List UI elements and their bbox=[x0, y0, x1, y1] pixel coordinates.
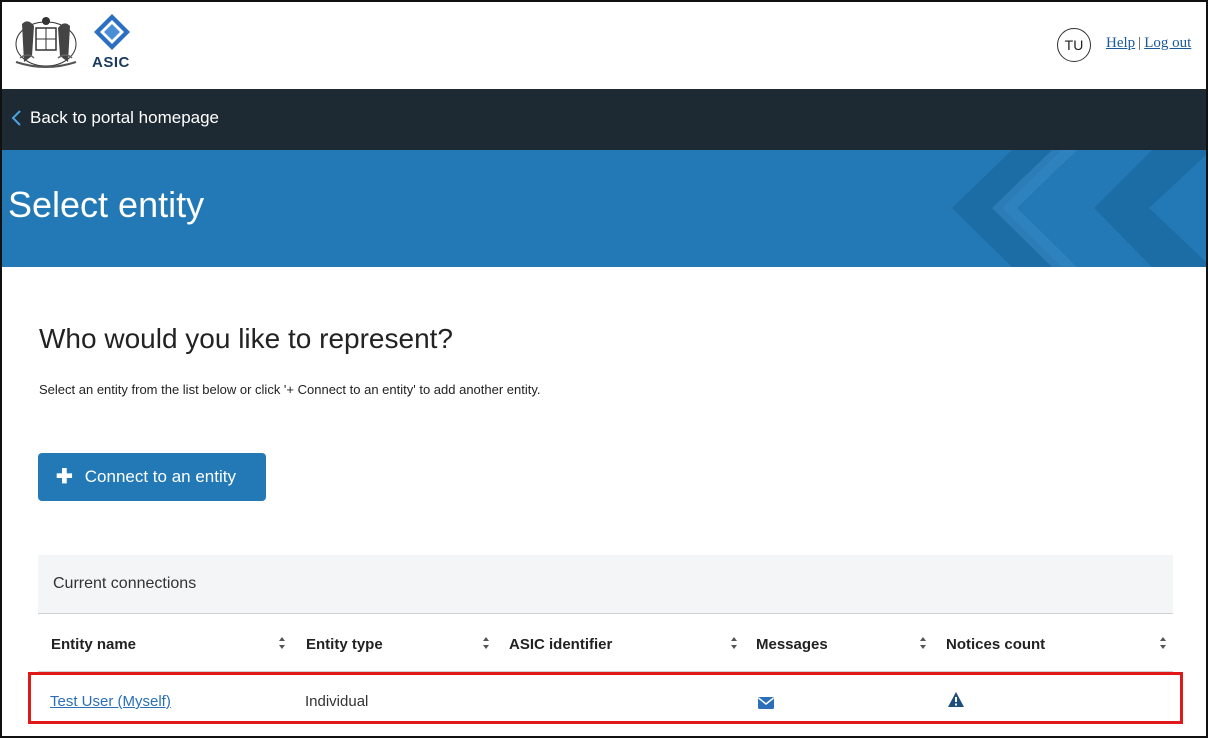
entity-name-link[interactable]: Test User (Myself) bbox=[50, 693, 171, 710]
entity-type-cell: Individual bbox=[305, 693, 369, 710]
column-header-messages[interactable]: Messages bbox=[756, 636, 828, 653]
current-connections-title: Current connections bbox=[53, 575, 197, 592]
portal-navbar: Back to portal homepage bbox=[2, 89, 1206, 150]
sort-icon[interactable] bbox=[919, 636, 927, 650]
sort-icon[interactable] bbox=[482, 636, 490, 650]
sort-icon[interactable] bbox=[278, 636, 286, 650]
back-to-portal-link[interactable]: Back to portal homepage bbox=[10, 108, 219, 128]
warning-icon[interactable] bbox=[948, 692, 964, 707]
column-header-notices-count[interactable]: Notices count bbox=[946, 636, 1045, 653]
header-links: Help | Log out bbox=[1106, 35, 1191, 52]
logout-link[interactable]: Log out bbox=[1144, 35, 1191, 51]
chevron-left-icon bbox=[11, 110, 21, 126]
current-connections-panel: Current connections bbox=[38, 555, 1173, 614]
top-header: ASIC TU Help | Log out bbox=[2, 2, 1206, 89]
user-avatar[interactable]: TU bbox=[1057, 28, 1091, 62]
connections-table-header: Entity name Entity type ASIC identifier … bbox=[38, 614, 1173, 672]
page-frame: ASIC TU Help | Log out Back to portal home… bbox=[0, 0, 1208, 738]
back-link-label: Back to portal homepage bbox=[30, 108, 220, 127]
link-separator: | bbox=[1138, 35, 1142, 51]
sort-icon[interactable] bbox=[1159, 636, 1167, 650]
asic-brand-text: ASIC bbox=[92, 54, 130, 71]
help-link[interactable]: Help bbox=[1106, 35, 1135, 51]
page-banner: Select entity bbox=[2, 150, 1206, 267]
connect-button-label: Connect to an entity bbox=[84, 467, 236, 486]
connect-to-entity-button[interactable]: ✚ Connect to an entity bbox=[38, 453, 266, 501]
coat-of-arms-logo bbox=[15, 17, 77, 68]
main-content: Who would you like to represent? Select … bbox=[2, 267, 1206, 736]
plus-icon: ✚ bbox=[56, 466, 73, 488]
column-header-entity-type[interactable]: Entity type bbox=[306, 636, 383, 653]
intro-text: Select an entity from the list below or … bbox=[39, 382, 541, 397]
sort-icon[interactable] bbox=[730, 636, 738, 650]
column-header-asic-identifier[interactable]: ASIC identifier bbox=[509, 636, 612, 653]
page-title: Select entity bbox=[8, 184, 205, 225]
table-row[interactable]: Test User (Myself) Individual bbox=[28, 672, 1183, 724]
column-header-entity-name[interactable]: Entity name bbox=[51, 636, 136, 653]
chevron-pattern-decoration bbox=[952, 150, 1206, 267]
represent-heading: Who would you like to represent? bbox=[39, 323, 453, 354]
envelope-icon[interactable] bbox=[758, 697, 774, 709]
